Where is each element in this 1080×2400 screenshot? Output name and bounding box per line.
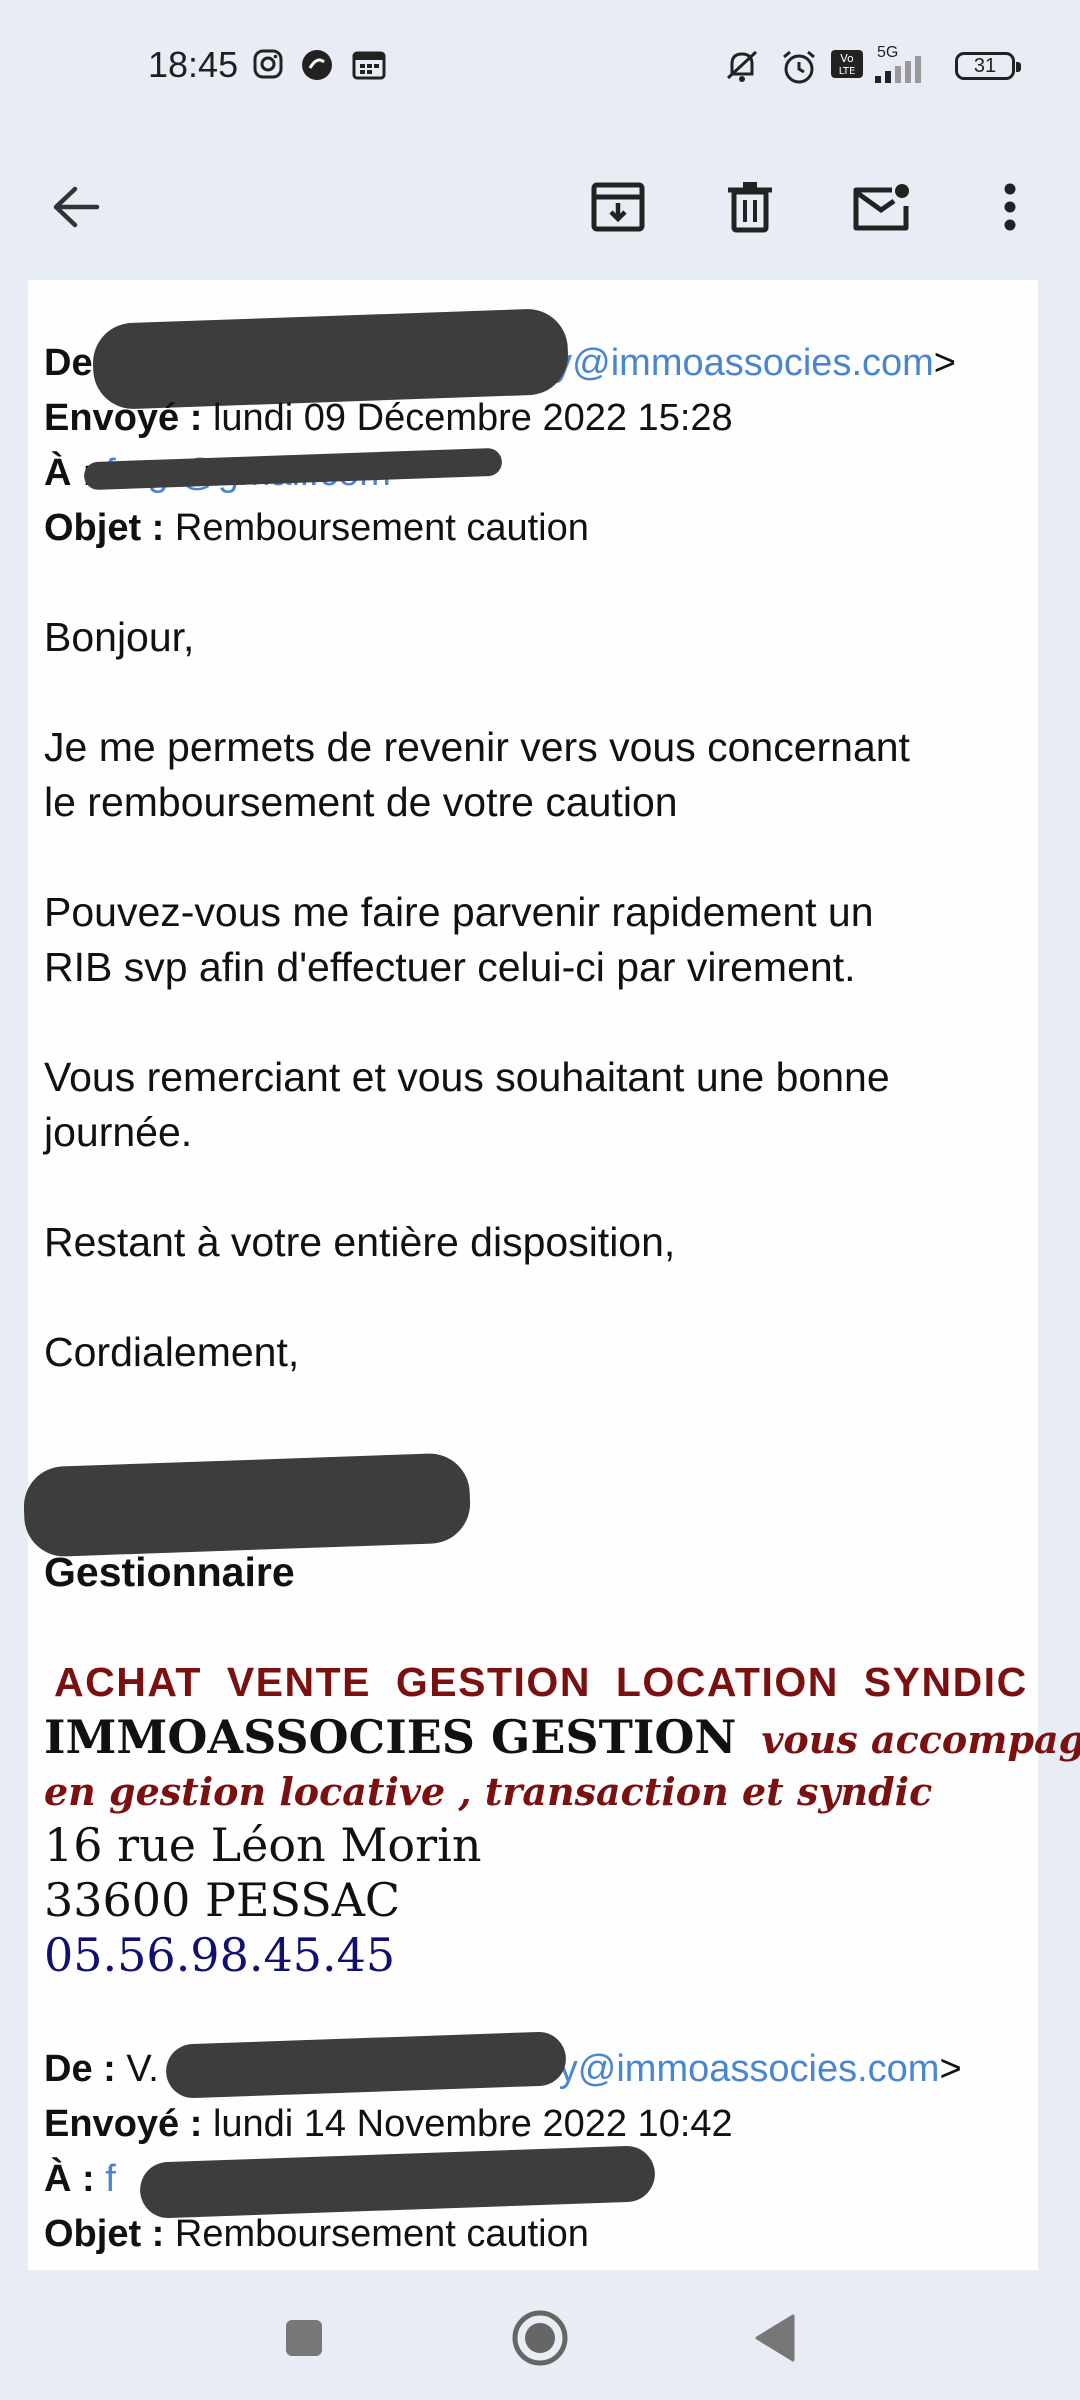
- body-line: RIB svp afin d'effectuer celui-ci par vi…: [44, 944, 856, 990]
- volte-icon: Vo LTE: [831, 50, 863, 78]
- archive-button[interactable]: [570, 159, 666, 255]
- body-line: le remboursement de votre caution: [44, 779, 678, 825]
- from-address[interactable]: y@immoassocies.com: [553, 342, 934, 384]
- sent-line-2: Envoyé : lundi 14 Novembre 2022 10:42: [44, 2097, 733, 2151]
- subject-label: Objet :: [44, 507, 165, 549]
- subject-value-2: Remboursement caution: [174, 2213, 589, 2255]
- from-suffix-2: >: [939, 2048, 962, 2090]
- email-toolbar: [0, 135, 1080, 280]
- alarm-icon: [783, 50, 815, 84]
- signature-role: Gestionnaire: [44, 1549, 295, 1595]
- sent-value: lundi 09 Décembre 2022 15:28: [212, 397, 733, 439]
- signature-phone[interactable]: 05.56.98.45.45: [44, 1928, 395, 1982]
- status-time: 18:45: [148, 44, 239, 85]
- home-button[interactable]: [500, 2298, 580, 2378]
- from-initial-2: V.: [126, 2048, 159, 2090]
- subject-line-2: Objet : Remboursement caution: [44, 2207, 589, 2261]
- home-circle-icon: [512, 2310, 568, 2366]
- subject-value: Remboursement caution: [174, 507, 589, 549]
- body-line: Restant à votre entière disposition,: [44, 1219, 676, 1265]
- signature-address-city: 33600 PESSAC: [44, 1873, 401, 1927]
- app-notification-icon: [302, 50, 332, 80]
- from-label-2: De :: [44, 2048, 116, 2090]
- status-bar: 18:45 Vo LTE 5G 31: [0, 0, 1080, 135]
- signature-address-street: 16 rue Léon Morin: [44, 1818, 482, 1872]
- more-vert-icon: [1004, 183, 1016, 231]
- system-nav-bar: [0, 2270, 1080, 2400]
- from-address-2[interactable]: y@immoassocies.com: [559, 2048, 940, 2090]
- instagram-icon: [253, 49, 283, 79]
- calendar-icon: [352, 51, 386, 80]
- signature-tagline: ACHAT VENTE GESTION LOCATION SYNDIC: [54, 1659, 1028, 1705]
- mute-icon: [726, 50, 758, 82]
- from-suffix: >: [933, 342, 956, 384]
- svg-text:LTE: LTE: [839, 66, 856, 77]
- body-line: Je me permets de revenir vers vous conce…: [44, 724, 910, 770]
- sent-value-2: lundi 14 Novembre 2022 10:42: [212, 2103, 733, 2145]
- subject-line: Objet : Remboursement caution: [44, 501, 589, 555]
- recents-button[interactable]: [264, 2298, 344, 2378]
- back-button[interactable]: [28, 159, 124, 255]
- signature-company-line: IMMOASSOCIES GESTION vous accompagne: [44, 1710, 1080, 1768]
- closing: Cordialement,: [44, 1329, 300, 1375]
- email-body-scroll[interactable]: De y@immoassocies.com> Envoyé : lundi 09…: [0, 280, 1080, 2270]
- signal-icon: [875, 56, 921, 83]
- more-options-button[interactable]: [962, 159, 1058, 255]
- back-triangle-icon: [755, 2314, 795, 2362]
- archive-icon: [591, 182, 645, 232]
- signature-slogan: vous accompagne: [761, 1717, 1080, 1762]
- recents-square-icon: [286, 2320, 322, 2356]
- sent-line: Envoyé : lundi 09 Décembre 2022 15:28: [44, 391, 733, 445]
- redaction: [22, 1452, 472, 1558]
- body-line: journée.: [44, 1109, 193, 1155]
- subject-label-2: Objet :: [44, 2213, 165, 2255]
- body-line: Pouvez-vous me faire parvenir rapidement…: [44, 889, 874, 935]
- battery-indicator: 31: [955, 52, 1021, 80]
- mark-unread-button[interactable]: [834, 159, 930, 255]
- svg-text:Vo: Vo: [840, 52, 854, 65]
- delete-button[interactable]: [702, 159, 798, 255]
- back-system-button[interactable]: [735, 2298, 815, 2378]
- back-arrow-icon: [53, 186, 100, 228]
- sent-label: Envoyé :: [44, 397, 203, 439]
- email-message: De y@immoassocies.com> Envoyé : lundi 09…: [22, 280, 1080, 2270]
- greeting: Bonjour,: [44, 614, 195, 660]
- signature-slogan-line2: en gestion locative , transaction et syn…: [44, 1769, 933, 1814]
- signature-company: IMMOASSOCIES GESTION: [44, 1710, 737, 1764]
- from-label: De: [44, 342, 93, 384]
- sent-label-2: Envoyé :: [44, 2103, 203, 2145]
- delete-icon: [728, 182, 772, 233]
- mark-unread-icon: [853, 184, 909, 231]
- to-line-2: À : f: [44, 2152, 116, 2206]
- body-line: Vous remerciant et vous souhaitant une b…: [44, 1054, 890, 1100]
- to-address-2[interactable]: f: [105, 2158, 116, 2200]
- to-label-2: À :: [44, 2158, 95, 2200]
